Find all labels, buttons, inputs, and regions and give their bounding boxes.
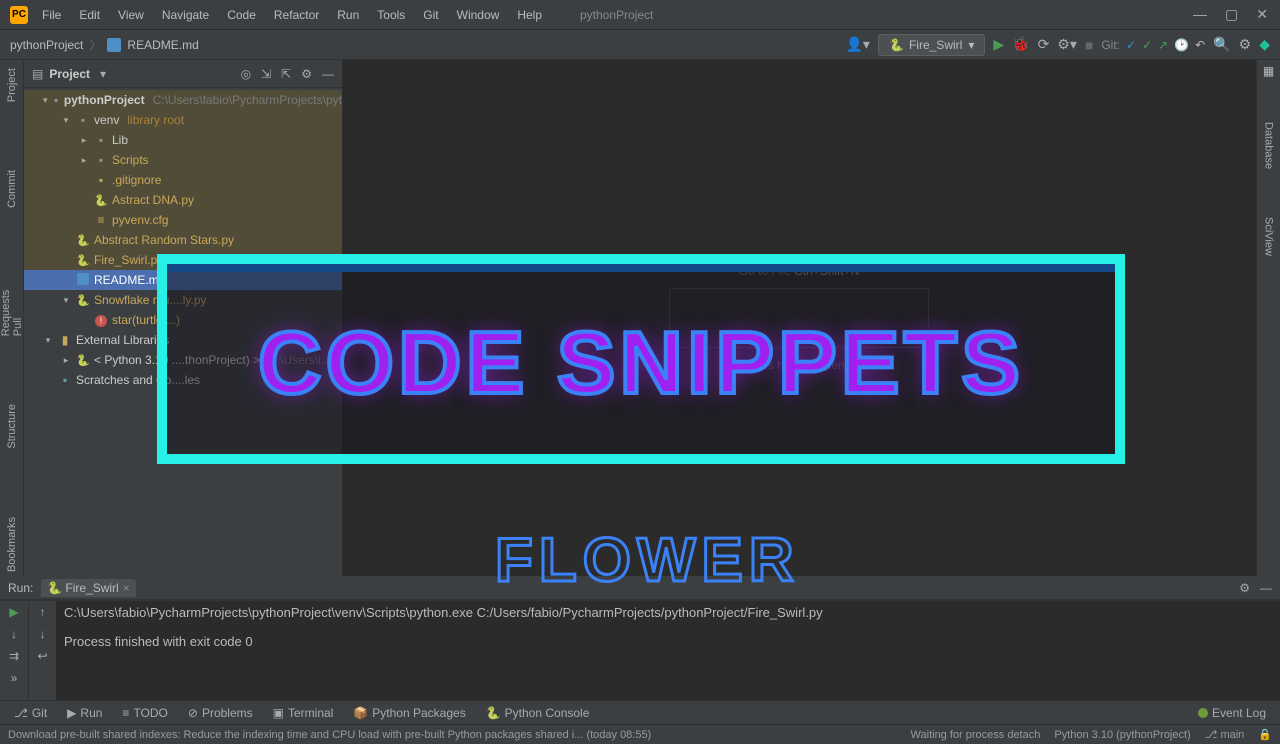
menu-git[interactable]: Git <box>415 4 446 26</box>
wrap-icon[interactable]: ↩ <box>37 649 47 663</box>
status-detach: Waiting for process detach <box>911 729 1041 741</box>
run-tab-fireswirl[interactable]: Fire_Swirl × <box>41 579 135 597</box>
git-history-icon[interactable]: 🕑 <box>1174 38 1189 52</box>
tab-pull-requests[interactable]: Pull Requests <box>0 272 26 340</box>
overlay-banner: CODE SNIPPETS <box>157 254 1125 464</box>
console-output[interactable]: C:\Users\fabio\PycharmProjects\pythonPro… <box>56 601 1280 700</box>
stop-icon[interactable]: ■ <box>1085 37 1093 53</box>
tab-database[interactable]: Database <box>1261 118 1277 173</box>
add-user-icon[interactable]: 👤▾ <box>846 36 870 53</box>
debug-button-icon[interactable]: 🐞 <box>1012 36 1029 53</box>
tree-scripts[interactable]: ▸▪ Scripts <box>24 150 342 170</box>
breadcrumb-project[interactable]: pythonProject <box>10 38 83 52</box>
bottom-terminal[interactable]: ▣Terminal <box>265 704 342 722</box>
menu-tools[interactable]: Tools <box>369 4 413 26</box>
tree-project-root[interactable]: ▾▪ pythonProject C:\Users\fabio\PycharmP… <box>24 90 342 110</box>
run-config-label: Fire_Swirl <box>909 38 962 52</box>
collapse-all-icon[interactable]: ⇱ <box>281 67 291 81</box>
event-log[interactable]: Event Log <box>1190 704 1274 722</box>
select-opened-icon[interactable]: ◎ <box>241 67 251 81</box>
main-menu: File Edit View Navigate Code Refactor Ru… <box>34 4 550 26</box>
overlay-subtitle: FLOWER <box>495 525 800 596</box>
menu-refactor[interactable]: Refactor <box>266 4 327 26</box>
menu-code[interactable]: Code <box>219 4 264 26</box>
menu-edit[interactable]: Edit <box>71 4 108 26</box>
run-tab-label: Fire_Swirl <box>65 581 118 595</box>
python-icon <box>47 581 61 595</box>
down-icon[interactable]: ↓ <box>40 627 46 641</box>
git-commit-icon[interactable]: ✓ <box>1142 38 1152 52</box>
run-config-select[interactable]: Fire_Swirl ▾ <box>878 34 985 56</box>
tab-sciview[interactable]: SciView <box>1261 213 1277 260</box>
tree-venv[interactable]: ▾▪ venv library root <box>24 110 342 130</box>
bottom-problems[interactable]: ⊘Problems <box>180 704 261 722</box>
stop-run-icon[interactable]: ↓ <box>11 627 17 641</box>
layout-icon[interactable]: ⇉ <box>9 649 19 663</box>
overlay-title: CODE SNIPPETS <box>258 312 1024 414</box>
search-icon[interactable]: 🔍 <box>1213 36 1230 53</box>
hide-panel-icon[interactable]: — <box>322 67 334 81</box>
run-settings-icon[interactable]: ⚙ <box>1239 581 1250 595</box>
up-icon[interactable]: ↑ <box>40 605 46 619</box>
menu-run[interactable]: Run <box>329 4 367 26</box>
breadcrumb-file[interactable]: README.md <box>127 38 198 52</box>
menu-file[interactable]: File <box>34 4 69 26</box>
run-button-icon[interactable]: ▶ <box>993 36 1004 53</box>
git-push-icon[interactable]: ↗ <box>1158 38 1168 52</box>
menu-window[interactable]: Window <box>449 4 508 26</box>
tree-lib[interactable]: ▸▪ Lib <box>24 130 342 150</box>
bottom-packages[interactable]: 📦Python Packages <box>345 704 473 722</box>
menu-help[interactable]: Help <box>509 4 550 26</box>
bottom-git[interactable]: ⎇Git <box>6 704 55 722</box>
code-with-me-icon[interactable]: ◆ <box>1259 36 1270 53</box>
window-minimize-icon[interactable]: — <box>1193 6 1207 23</box>
tree-abstract-stars[interactable]: Abstract Random Stars.py <box>24 230 342 250</box>
tree-gitignore[interactable]: ▪ .gitignore <box>24 170 342 190</box>
tree-astract-dna[interactable]: Astract DNA.py <box>24 190 342 210</box>
bottom-run[interactable]: ▶Run <box>59 704 110 722</box>
tab-structure[interactable]: Structure <box>4 400 20 453</box>
settings-icon[interactable]: ⚙ <box>1239 36 1252 53</box>
notifications-icon[interactable]: ▦ <box>1262 64 1276 78</box>
status-branch[interactable]: ⎇ main <box>1205 728 1245 741</box>
profile-icon[interactable]: ⚙▾ <box>1057 36 1077 53</box>
git-label: Git: <box>1101 38 1120 52</box>
tab-bookmarks[interactable]: Bookmarks <box>4 513 20 576</box>
tree-pyvenv[interactable]: ≡ pyvenv.cfg <box>24 210 342 230</box>
menu-navigate[interactable]: Navigate <box>154 4 217 26</box>
console-cmd: C:\Users\fabio\PycharmProjects\pythonPro… <box>64 605 1272 620</box>
breadcrumb: pythonProject 〉 README.md <box>10 36 199 53</box>
git-update-icon[interactable]: ✓ <box>1126 38 1136 52</box>
tab-project[interactable]: Project <box>4 64 20 106</box>
project-tool-icon: ▤ <box>32 67 43 81</box>
close-tab-icon[interactable]: × <box>123 581 130 595</box>
menu-view[interactable]: View <box>110 4 152 26</box>
project-view-dropdown-icon[interactable]: ▾ <box>100 67 106 81</box>
tab-commit[interactable]: Commit <box>4 166 20 212</box>
coverage-icon[interactable]: ⟳ <box>1038 36 1050 53</box>
python-icon <box>889 38 903 52</box>
status-interpreter[interactable]: Python 3.10 (pythonProject) <box>1054 729 1190 741</box>
run-panel-label: Run: <box>8 581 33 595</box>
event-dot-icon <box>1198 708 1208 718</box>
git-rollback-icon[interactable]: ↶ <box>1195 38 1205 52</box>
more-icon[interactable]: » <box>11 671 18 685</box>
bottom-todo[interactable]: ≡TODO <box>114 704 175 722</box>
project-tool-label: Project <box>49 67 90 81</box>
pycharm-logo-icon: PC <box>10 6 28 24</box>
titlebar-project: pythonProject <box>580 8 653 22</box>
rerun-icon[interactable]: ▶ <box>9 605 18 619</box>
chevron-down-icon: ▾ <box>968 38 974 52</box>
settings-gear-icon[interactable]: ⚙ <box>301 67 312 81</box>
lock-icon[interactable]: 🔒 <box>1258 728 1272 741</box>
console-exit: Process finished with exit code 0 <box>64 634 1272 649</box>
run-hide-icon[interactable]: — <box>1260 581 1272 595</box>
expand-all-icon[interactable]: ⇲ <box>261 67 271 81</box>
window-maximize-icon[interactable]: ▢ <box>1225 6 1238 23</box>
bottom-console[interactable]: 🐍Python Console <box>478 704 598 722</box>
markdown-icon <box>107 38 121 52</box>
window-close-icon[interactable]: ✕ <box>1256 6 1268 23</box>
status-indexing[interactable]: Download pre-built shared indexes: Reduc… <box>8 729 651 741</box>
